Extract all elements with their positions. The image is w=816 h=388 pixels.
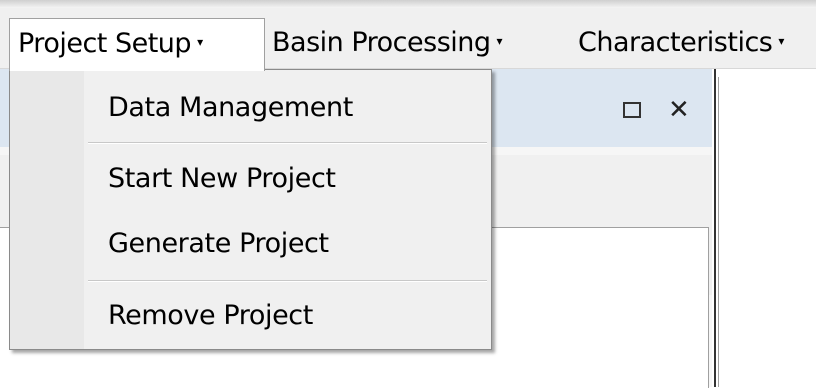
menu-characteristics-label: Characteristics [578,27,773,58]
menu-item-generate-project[interactable]: Generate Project [108,224,329,264]
menu-item-data-management[interactable]: Data Management [108,88,353,128]
dropdown-icon-gutter [10,70,84,349]
restore-icon[interactable] [623,102,641,118]
window-top-edge [0,0,816,8]
chevron-down-icon: ▾ [197,34,203,49]
menu-item-remove-project[interactable]: Remove Project [108,296,313,336]
menu-separator [88,142,487,144]
menu-item-start-new-project[interactable]: Start New Project [108,159,336,199]
menu-basin-processing-label: Basin Processing [272,27,491,58]
menu-project-setup-label: Project Setup [18,28,192,59]
menu-separator [88,280,487,282]
chevron-down-icon: ▾ [778,33,784,48]
project-setup-dropdown: Data Management Start New Project Genera… [9,69,492,350]
close-icon[interactable]: ✕ [668,97,690,123]
menu-project-setup[interactable]: Project Setup ▾ [9,18,265,71]
menu-characteristics[interactable]: Characteristics ▾ [578,18,784,68]
side-window-content [718,77,816,387]
menu-basin-processing[interactable]: Basin Processing ▾ [272,18,503,68]
chevron-down-icon: ▾ [496,33,503,48]
menu-bar: Project Setup ▾ Basin Processing ▾ Charact… [0,8,816,71]
